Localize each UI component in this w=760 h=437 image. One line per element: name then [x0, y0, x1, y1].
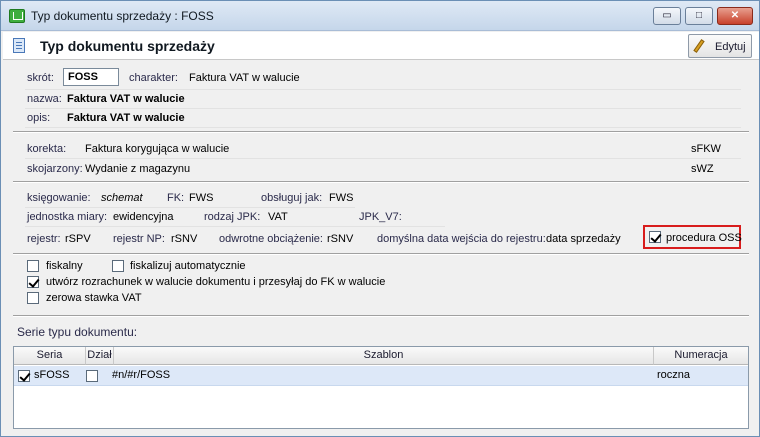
fiskalny-checkbox[interactable] [27, 260, 39, 272]
data-wejscia-label: domyślna data wejścia do rejestru: [377, 233, 546, 245]
nazwa-value: Faktura VAT w walucie [67, 93, 185, 105]
nazwa-label: nazwa: [27, 93, 62, 105]
title-bar[interactable]: Typ dokumentu sprzedaży : FOSS ▭ □ ✕ [1, 1, 759, 31]
divider [25, 127, 741, 128]
rozrachunek-label: utwórz rozrachunek w walucie dokumentu i… [46, 276, 386, 288]
rejestr-value: rSPV [65, 233, 91, 245]
fiskalizuj-label: fiskalizuj automatycznie [130, 260, 246, 272]
opis-label: opis: [27, 112, 51, 124]
page-title: Typ dokumentu sprzedaży [40, 38, 215, 54]
column-header-dzial[interactable]: Dział [86, 347, 114, 365]
divider [25, 89, 741, 90]
app-home-icon [9, 9, 25, 23]
opis-value: Faktura VAT w walucie [67, 112, 185, 124]
divider [25, 108, 741, 109]
table-row[interactable]: sFOSS #n/#r/FOSS roczna [14, 366, 748, 386]
szablon-value: #n/#r/FOSS [112, 369, 171, 381]
obsluguj-label: obsługuj jak: [261, 192, 323, 204]
rejestr-np-label: rejestr NP: [113, 233, 165, 245]
column-header-seria[interactable]: Seria [14, 347, 86, 365]
rejestr-label: rejestr: [27, 233, 61, 245]
numeracja-value: roczna [657, 369, 691, 381]
procedura-oss-label: procedura OSS [666, 232, 742, 244]
seria-checkbox[interactable] [18, 370, 30, 382]
odwrotne-value: rSNV [327, 233, 354, 245]
charakter-label: charakter: [129, 72, 178, 84]
jednostka-value: ewidencyjna [113, 211, 174, 223]
edit-button-label: Edytuj [715, 41, 746, 53]
korekta-value: Faktura korygująca w walucie [85, 143, 230, 155]
zerowa-stawka-label: zerowa stawka VAT [46, 292, 142, 304]
divider [25, 226, 445, 227]
rodzaj-jpk-label: rodzaj JPK: [204, 211, 261, 223]
maximize-button[interactable]: □ [685, 7, 713, 25]
charakter-value: Faktura VAT w walucie [189, 72, 300, 84]
procedura-oss-checkbox[interactable] [649, 231, 661, 243]
korekta-label: korekta: [27, 143, 67, 155]
seria-value: sFOSS [34, 369, 70, 381]
series-table: Seria Dział Szablon Numeracja sFOSS #n/#… [13, 346, 749, 429]
skojarzony-value: Wydanie z magazynu [85, 163, 191, 175]
section-separator [13, 315, 749, 317]
dialog-window: Typ dokumentu sprzedaży : FOSS ▭ □ ✕ Typ… [0, 0, 760, 437]
ksiegowanie-value: schemat [101, 192, 143, 204]
series-section-title: Serie typu dokumentu: [17, 325, 138, 339]
form-header: Typ dokumentu sprzedaży Edytuj [3, 32, 759, 60]
skrot-label: skrót: [27, 72, 54, 84]
zerowa-stawka-checkbox[interactable] [27, 292, 39, 304]
edit-button[interactable]: Edytuj [688, 34, 752, 58]
pencil-icon [693, 39, 705, 53]
rozrachunek-checkbox[interactable] [27, 276, 39, 288]
close-button[interactable]: ✕ [717, 7, 753, 25]
fiskalny-label: fiskalny [46, 260, 83, 272]
column-header-szablon[interactable]: Szablon [114, 347, 654, 365]
ksiegowanie-label: księgowanie: [27, 192, 91, 204]
fk-label: FK: [167, 192, 185, 204]
data-wejscia-value: data sprzedaży [546, 233, 621, 245]
fk-value: FWS [189, 192, 214, 204]
section-separator [13, 131, 749, 133]
skrot-value: FOSS [68, 71, 98, 83]
divider [25, 207, 355, 208]
korekta-code: sFKW [691, 143, 721, 155]
fiskalizuj-checkbox[interactable] [112, 260, 124, 272]
window-title: Typ dokumentu sprzedaży : FOSS [31, 9, 214, 23]
column-header-numeracja[interactable]: Numeracja [654, 347, 748, 365]
section-separator [13, 253, 749, 255]
skojarzony-label: skojarzony: [27, 163, 83, 175]
obsluguj-value: FWS [329, 192, 354, 204]
jednostka-label: jednostka miary: [27, 211, 108, 223]
rejestr-np-value: rSNV [171, 233, 198, 245]
document-icon [13, 38, 25, 53]
skojarzony-code: sWZ [691, 163, 714, 175]
skrot-field[interactable]: FOSS [63, 68, 119, 86]
section-separator [13, 181, 749, 183]
divider [25, 158, 741, 159]
jpk-v7-label: JPK_V7: [359, 211, 402, 223]
minimize-button[interactable]: ▭ [653, 7, 681, 25]
dzial-checkbox[interactable] [86, 370, 98, 382]
rodzaj-jpk-value: VAT [268, 211, 288, 223]
odwrotne-label: odwrotne obciążenie: [219, 233, 323, 245]
